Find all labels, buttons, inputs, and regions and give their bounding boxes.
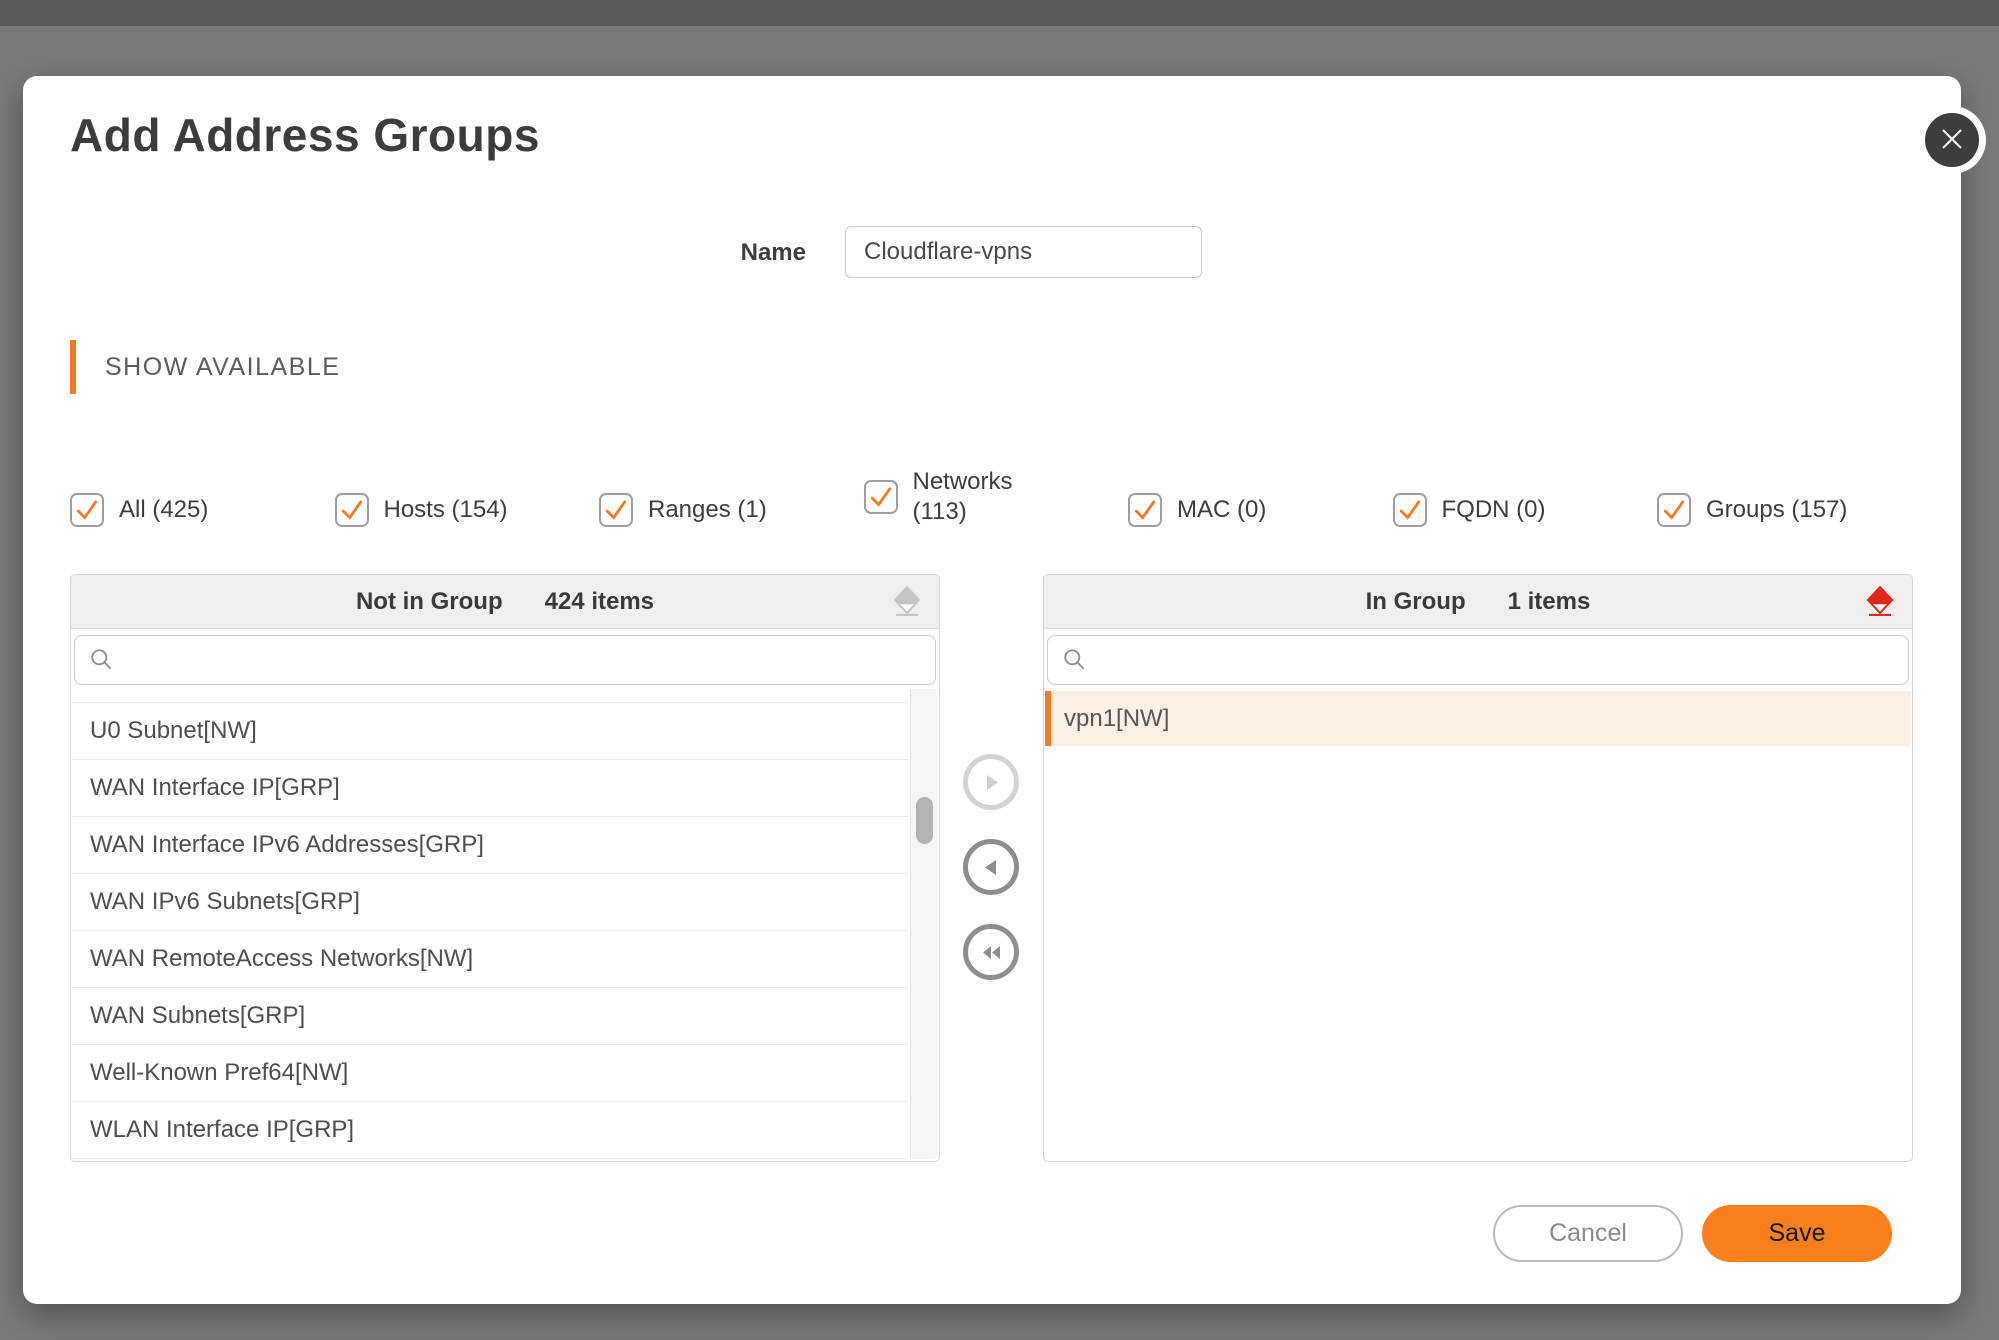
not-in-group-header: Not in Group 424 items: [71, 575, 939, 629]
checkbox[interactable]: [334, 493, 369, 527]
address-object-row[interactable]: Well-Known Pref64[NW]: [72, 1045, 908, 1102]
checkbox[interactable]: [70, 493, 104, 527]
modal-backdrop: Add Address Groups Name SHOW AVAILABLE A…: [0, 0, 1999, 1340]
filter-checkbox-item: Groups (157): [1657, 493, 1847, 527]
address-object-label: WAN Subnets[GRP]: [90, 1002, 306, 1029]
address-object-row[interactable]: WAN Subnets[GRP]: [72, 988, 908, 1045]
dialog-title: Add Address Groups: [70, 109, 540, 161]
close-button[interactable]: [1925, 113, 1979, 167]
address-object-label: Well-Known Pref64[NW]: [90, 1059, 349, 1086]
panel-title: In Group: [1365, 587, 1466, 615]
address-object-label: U0 Subnet[NW]: [90, 717, 257, 744]
search-icon: [1064, 649, 1085, 670]
filter-checkbox-item: MAC (0): [1128, 493, 1393, 527]
filter-checkbox-item: Hosts (154): [334, 493, 600, 527]
clear-list-eraser-icon[interactable]: [891, 585, 923, 618]
in-group-list: vpn1[NW]: [1045, 691, 1911, 746]
checkbox[interactable]: [1392, 493, 1427, 527]
panel-title: Not in Group: [355, 587, 503, 615]
not-in-group-body: U0 Subnet[NW] WAN Interface IP[GRP] WAN …: [71, 629, 939, 1161]
double-arrow-left-icon: [982, 945, 1000, 959]
checkbox[interactable]: [863, 480, 898, 514]
filter-label: Ranges (1): [648, 496, 767, 523]
address-object-row[interactable]: WAN RemoteAccess Networks[NW]: [72, 931, 908, 988]
address-object-label: vpn1[NW]: [1064, 704, 1170, 732]
filter-checkbox-item: All (425): [70, 493, 335, 527]
list-scrollbar-thumb[interactable]: [916, 797, 933, 844]
address-object-label: WAN Interface IPv6 Addresses[GRP]: [90, 831, 484, 858]
move-all-left-button[interactable]: [963, 924, 1019, 980]
list-scrollbar-track[interactable]: [910, 689, 937, 1159]
panel-count: 1 items: [1507, 587, 1591, 615]
address-object-row[interactable]: WLAN Interface IP[GRP]: [72, 1102, 908, 1159]
address-object-label: WLAN Interface IP[GRP]: [90, 1116, 355, 1143]
address-object-row[interactable]: WAN Interface IPv6 Addresses[GRP]: [72, 817, 908, 874]
in-group-search: [1047, 635, 1909, 685]
filter-label: FQDN (0): [1441, 496, 1546, 523]
filter-label: MAC (0): [1177, 496, 1267, 523]
panel-count: 424 items: [544, 587, 655, 615]
type-filter-row: All (425) Hosts (154) Ranges (1) Network…: [70, 467, 1921, 527]
cancel-button[interactable]: Cancel: [1493, 1205, 1683, 1262]
not-in-group-panel: Not in Group 424 items U0 Subnet[NW] WAN…: [70, 574, 940, 1162]
address-object-label: WAN Interface IP[GRP]: [90, 774, 340, 801]
in-group-search-input[interactable]: [1098, 636, 1908, 684]
move-left-button[interactable]: [963, 839, 1019, 895]
not-in-group-search-input[interactable]: [125, 636, 935, 684]
address-object-row[interactable]: U0 Subnet[NW]: [72, 703, 908, 760]
checkbox[interactable]: [1657, 493, 1691, 527]
close-icon: [1939, 126, 1965, 155]
address-object-row[interactable]: vpn1[NW]: [1045, 691, 1911, 746]
check-icon: [1399, 500, 1420, 520]
check-icon: [605, 500, 627, 520]
move-right-button[interactable]: [963, 754, 1019, 810]
add-address-groups-dialog: Add Address Groups Name SHOW AVAILABLE A…: [23, 76, 1979, 1304]
address-object-row[interactable]: WAN IPv6 Subnets[GRP]: [72, 874, 908, 931]
section-title: SHOW AVAILABLE: [105, 352, 341, 381]
backdrop-top-strip: [0, 0, 1999, 26]
checkbox[interactable]: [599, 493, 633, 527]
filter-checkbox-item: FQDN (0): [1392, 493, 1658, 527]
name-input[interactable]: [845, 226, 1202, 278]
address-object-row[interactable]: WAN Interface IP[GRP]: [72, 760, 908, 817]
check-icon: [1663, 500, 1685, 520]
transfer-button-column: [963, 754, 1019, 980]
in-group-panel: In Group 1 items vpn1[NW]: [1043, 574, 1913, 1162]
arrow-left-icon: [984, 859, 996, 875]
arrow-right-icon: [986, 774, 998, 790]
not-in-group-search: [74, 635, 936, 685]
checkbox[interactable]: [1128, 493, 1162, 527]
address-object-label: WAN RemoteAccess Networks[NW]: [90, 945, 474, 972]
check-icon: [76, 500, 98, 520]
show-available-section: SHOW AVAILABLE: [70, 340, 340, 394]
check-icon: [341, 500, 362, 520]
in-group-body: vpn1[NW]: [1044, 629, 1912, 1161]
filter-checkbox-item: Ranges (1): [599, 493, 864, 527]
clear-list-eraser-icon[interactable]: [1864, 585, 1896, 618]
save-button[interactable]: Save: [1702, 1205, 1892, 1262]
name-label: Name: [740, 239, 806, 266]
filter-label: Groups (157): [1706, 496, 1848, 523]
not-in-group-list: U0 Subnet[NW] WAN Interface IP[GRP] WAN …: [72, 689, 908, 1161]
check-icon: [870, 487, 891, 507]
section-accent-bar: [70, 340, 76, 394]
address-object-label: WAN IPv6 Subnets[GRP]: [90, 888, 360, 915]
search-icon: [91, 649, 112, 670]
filter-label: All (425): [119, 496, 209, 523]
filter-label: Hosts (154): [383, 496, 508, 523]
check-icon: [1134, 500, 1156, 520]
in-group-header: In Group 1 items: [1044, 575, 1912, 629]
filter-checkbox-item: Networks (113): [863, 467, 1129, 527]
filter-label: Networks (113): [912, 468, 1013, 525]
